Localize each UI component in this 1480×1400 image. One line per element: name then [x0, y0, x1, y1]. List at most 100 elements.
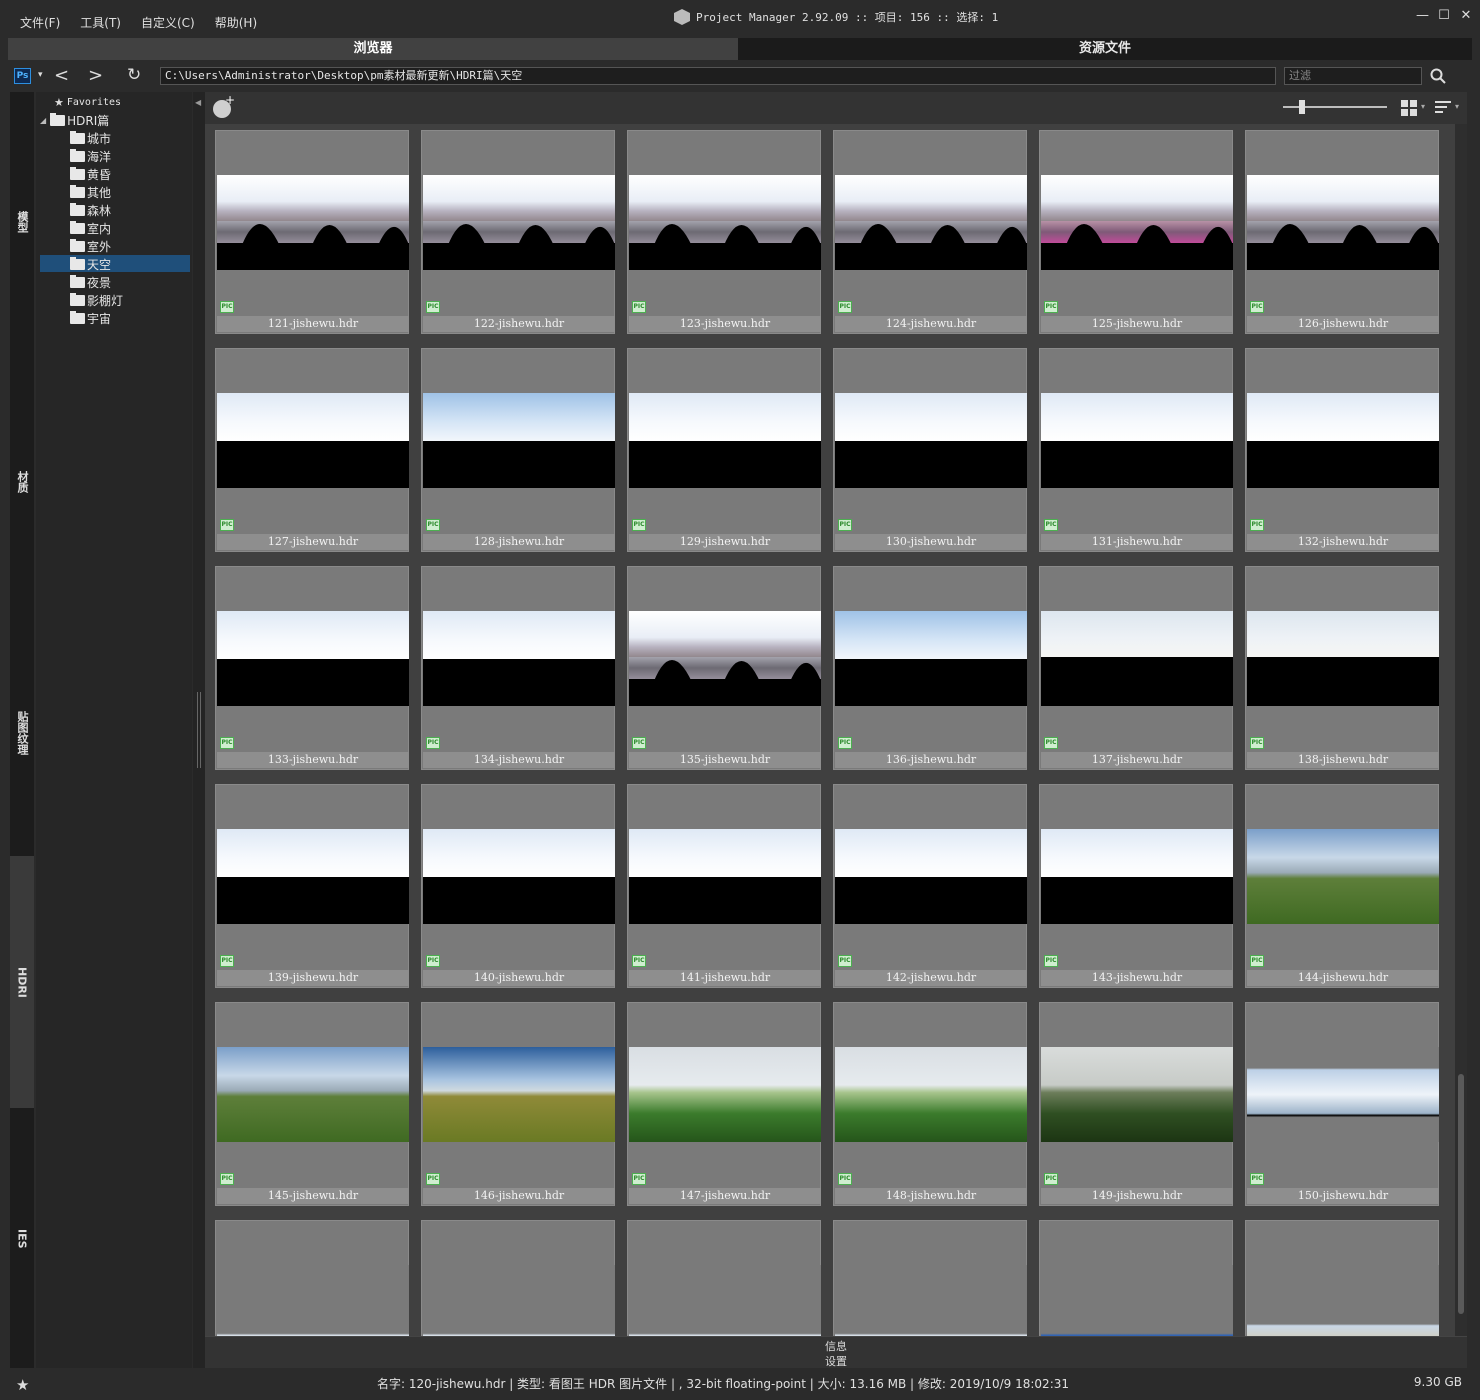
- sort-dropdown-icon[interactable]: ▾: [1455, 102, 1459, 111]
- tree-item-folder[interactable]: 宇宙: [70, 309, 111, 327]
- collapse-arrow-icon[interactable]: ◀: [195, 98, 201, 107]
- menu-help[interactable]: 帮助(H): [205, 14, 267, 31]
- maximize-button[interactable]: ☐: [1438, 8, 1450, 23]
- thumbnail-item[interactable]: PIC 137-jishewu.hdr: [1039, 566, 1233, 770]
- thumbnail-item[interactable]: PIC 150-jishewu.hdr: [1245, 1002, 1439, 1206]
- search-icon[interactable]: [1430, 68, 1446, 84]
- thumbnail-item[interactable]: PIC 125-jishewu.hdr: [1039, 130, 1233, 334]
- thumbnail-item[interactable]: PIC 134-jishewu.hdr: [421, 566, 615, 770]
- thumbnail-item[interactable]: PIC 144-jishewu.hdr: [1245, 784, 1439, 988]
- tree-item-folder[interactable]: 室外: [70, 237, 111, 255]
- thumbnail-item[interactable]: PIC 127-jishewu.hdr: [215, 348, 409, 552]
- menu-customize[interactable]: 自定义(C): [131, 14, 205, 31]
- sort-icon[interactable]: [1435, 101, 1451, 115]
- forward-icon[interactable]: >: [88, 65, 103, 86]
- panel-splitter[interactable]: ◀: [193, 92, 205, 1368]
- menu-file[interactable]: 文件(F): [10, 14, 70, 31]
- thumbnail-item[interactable]: [627, 1220, 821, 1336]
- vtab-materials[interactable]: 材质: [10, 352, 34, 612]
- content-toolbar: ▾ ▾: [205, 92, 1467, 124]
- thumbnail-item[interactable]: PIC 141-jishewu.hdr: [627, 784, 821, 988]
- folder-icon: [70, 274, 85, 288]
- thumbnail-item[interactable]: PIC 130-jishewu.hdr: [833, 348, 1027, 552]
- thumbnail-item[interactable]: PIC 133-jishewu.hdr: [215, 566, 409, 770]
- thumbnail-image: [629, 1047, 821, 1142]
- pic-file-icon: PIC: [1250, 1173, 1264, 1185]
- add-item-icon[interactable]: [213, 93, 235, 118]
- tree-item-folder[interactable]: 森林: [70, 201, 111, 219]
- thumbnail-image: [1041, 393, 1233, 488]
- thumbnail-item[interactable]: PIC 132-jishewu.hdr: [1245, 348, 1439, 552]
- thumbnail-item[interactable]: PIC 123-jishewu.hdr: [627, 130, 821, 334]
- menu-tools[interactable]: 工具(T): [70, 14, 131, 31]
- view-dropdown-icon[interactable]: ▾: [1421, 102, 1425, 111]
- thumbnail-item[interactable]: PIC 143-jishewu.hdr: [1039, 784, 1233, 988]
- thumbnail-item[interactable]: PIC 131-jishewu.hdr: [1039, 348, 1233, 552]
- thumbnail-item[interactable]: PIC 149-jishewu.hdr: [1039, 1002, 1233, 1206]
- tab-settings[interactable]: 设置: [205, 1353, 1467, 1369]
- tree-item-folder[interactable]: 室内: [70, 219, 111, 237]
- vtab-hdri[interactable]: HDRI: [10, 856, 34, 1108]
- tree-item-folder[interactable]: 海洋: [70, 147, 111, 165]
- scrollbar-thumb[interactable]: [1458, 1074, 1464, 1314]
- thumbnail-item[interactable]: [421, 1220, 615, 1336]
- thumbnail-item[interactable]: PIC 126-jishewu.hdr: [1245, 130, 1439, 334]
- thumbnail-item[interactable]: PIC 142-jishewu.hdr: [833, 784, 1027, 988]
- tree-item-folder[interactable]: 黄昏: [70, 165, 111, 183]
- slider-handle[interactable]: [1299, 100, 1305, 114]
- thumbnail-item[interactable]: PIC 147-jishewu.hdr: [627, 1002, 821, 1206]
- photoshop-icon[interactable]: Ps: [14, 68, 31, 84]
- app-dropdown-icon[interactable]: ▾: [38, 70, 43, 80]
- thumbnail-item[interactable]: [833, 1220, 1027, 1336]
- thumbnail-item[interactable]: [215, 1220, 409, 1336]
- vtab-textures[interactable]: 贴图纹理: [10, 612, 34, 854]
- grid-view-icon[interactable]: [1401, 100, 1417, 116]
- thumbnail-item[interactable]: PIC 139-jishewu.hdr: [215, 784, 409, 988]
- thumbnail-item[interactable]: PIC 136-jishewu.hdr: [833, 566, 1027, 770]
- tree-item-folder[interactable]: 天空: [70, 255, 111, 273]
- back-icon[interactable]: <: [54, 65, 69, 86]
- minimize-button[interactable]: —: [1416, 8, 1429, 23]
- thumbnail-item[interactable]: PIC 122-jishewu.hdr: [421, 130, 615, 334]
- path-input[interactable]: C:\Users\Administrator\Desktop\pm素材最新更新\…: [160, 67, 1276, 85]
- close-button[interactable]: ✕: [1460, 8, 1472, 23]
- thumbnail-image: [629, 1265, 821, 1336]
- pic-file-icon: PIC: [220, 737, 234, 749]
- thumbnail-item[interactable]: PIC 140-jishewu.hdr: [421, 784, 615, 988]
- tree-item-folder[interactable]: 城市: [70, 129, 111, 147]
- pic-file-icon: PIC: [632, 301, 646, 313]
- thumbnail-item[interactable]: [1039, 1220, 1233, 1336]
- thumbnail-label: 130-jishewu.hdr: [835, 534, 1027, 550]
- tree-item-folder[interactable]: 影棚灯: [70, 291, 123, 309]
- tree-item-folder[interactable]: 夜景: [70, 273, 111, 291]
- filter-input[interactable]: 过滤: [1284, 67, 1422, 85]
- thumbnail-item[interactable]: PIC 146-jishewu.hdr: [421, 1002, 615, 1206]
- tab-browser[interactable]: 浏览器: [8, 38, 738, 60]
- thumbnail-item[interactable]: PIC 121-jishewu.hdr: [215, 130, 409, 334]
- thumbnail-item[interactable]: PIC 128-jishewu.hdr: [421, 348, 615, 552]
- vtab-ies[interactable]: IES: [10, 1110, 34, 1368]
- thumbnail-item[interactable]: PIC 129-jishewu.hdr: [627, 348, 821, 552]
- splitter-grip[interactable]: [197, 692, 201, 768]
- tree-item-hdri-root[interactable]: ◢ HDRI篇: [40, 111, 109, 129]
- vtab-models[interactable]: 模型: [10, 92, 34, 352]
- thumbnail-label: 134-jishewu.hdr: [423, 752, 615, 768]
- thumbnail-item[interactable]: PIC 138-jishewu.hdr: [1245, 566, 1439, 770]
- thumbnail-item[interactable]: PIC 145-jishewu.hdr: [215, 1002, 409, 1206]
- thumbnail-image: [423, 175, 615, 270]
- thumbnail-label: 126-jishewu.hdr: [1247, 316, 1439, 332]
- expand-arrow-icon[interactable]: ◢: [40, 116, 46, 125]
- thumbnail-image: [423, 829, 615, 924]
- pic-file-icon: PIC: [220, 955, 234, 967]
- tab-assets[interactable]: 资源文件: [738, 38, 1472, 60]
- refresh-icon[interactable]: ↻: [127, 65, 141, 85]
- tree-item-folder[interactable]: 其他: [70, 183, 111, 201]
- tree-item-favorites[interactable]: ★ Favorites: [54, 93, 121, 111]
- grid-scrollbar[interactable]: [1455, 124, 1467, 1336]
- thumbnail-size-slider[interactable]: [1283, 100, 1387, 114]
- thumbnail-item[interactable]: PIC 135-jishewu.hdr: [627, 566, 821, 770]
- thumbnail-item[interactable]: [1245, 1220, 1439, 1336]
- tab-info[interactable]: 信息: [205, 1338, 1467, 1354]
- thumbnail-item[interactable]: PIC 148-jishewu.hdr: [833, 1002, 1027, 1206]
- thumbnail-item[interactable]: PIC 124-jishewu.hdr: [833, 130, 1027, 334]
